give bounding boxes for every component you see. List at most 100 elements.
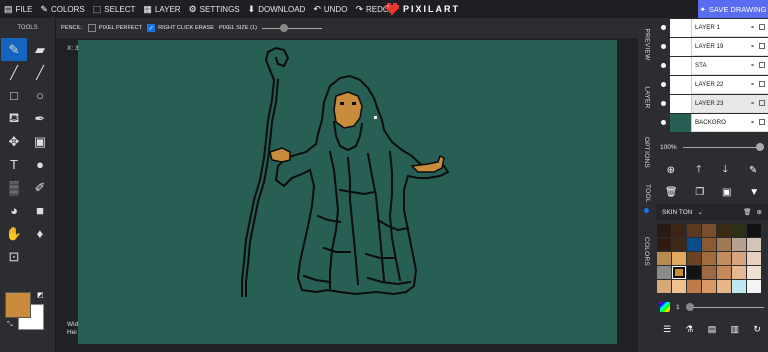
layer-options-icon[interactable]: ⚭: [750, 24, 755, 31]
swap-colors-icon[interactable]: ◩: [37, 291, 44, 299]
merge-down-icon[interactable]: ▼: [749, 187, 759, 198]
tool-hand[interactable]: ✋: [1, 222, 27, 245]
palette-swatch[interactable]: [687, 252, 701, 265]
palette-name[interactable]: SKIN TON: [662, 209, 692, 216]
layer-select-checkbox[interactable]: [759, 81, 765, 87]
palette-swatch[interactable]: [747, 224, 761, 237]
palette-swatch[interactable]: [717, 224, 731, 237]
duplicate-layer-icon[interactable]: ❐: [695, 187, 704, 198]
brightness-knob[interactable]: [685, 303, 694, 311]
reset-colors-icon[interactable]: ⤡: [7, 321, 13, 329]
palette-swatch[interactable]: [717, 252, 731, 265]
tool-smudge[interactable]: ✐: [27, 176, 53, 199]
palette-swatch[interactable]: [747, 252, 761, 265]
tool-rectangle[interactable]: □: [1, 84, 27, 107]
menu-select[interactable]: ⬚ SELECT: [89, 0, 140, 18]
list-icon[interactable]: ☰: [663, 324, 671, 335]
tool-text[interactable]: T: [1, 153, 27, 176]
merge-layer-icon[interactable]: ▣: [722, 187, 731, 198]
tab-preview[interactable]: PREVIEW: [638, 22, 656, 66]
layer-select-checkbox[interactable]: [759, 43, 765, 49]
tool-bucket[interactable]: ⛾: [1, 107, 27, 130]
layer-row[interactable]: LAYER 1 ⚭: [656, 18, 768, 37]
palette-swatch[interactable]: [687, 238, 701, 251]
tool-circle[interactable]: ○: [27, 84, 53, 107]
palette-swatch[interactable]: [702, 266, 716, 279]
tool-color-replace[interactable]: ◕: [1, 199, 27, 222]
layer-options-icon[interactable]: ⚭: [750, 43, 755, 50]
add-layer-icon[interactable]: ⊕: [667, 165, 675, 176]
layer-options-icon[interactable]: ⚭: [750, 119, 755, 126]
brand-logo[interactable]: PIXILART: [385, 0, 460, 18]
menu-download[interactable]: ⬇ DOWNLOAD: [244, 0, 310, 18]
tool-fill-shade[interactable]: ▣: [27, 130, 53, 153]
tool-line-alt[interactable]: ╱: [27, 61, 53, 84]
palette-swatch[interactable]: [657, 224, 671, 237]
tool-dither[interactable]: ▒: [1, 176, 27, 199]
layer-select-checkbox[interactable]: [759, 119, 765, 125]
palette-swatch[interactable]: [672, 252, 686, 265]
palette-swatch[interactable]: [702, 252, 716, 265]
palette-swatch[interactable]: [702, 238, 716, 251]
visibility-toggle-icon[interactable]: [656, 63, 670, 68]
visibility-toggle-icon[interactable]: [656, 25, 670, 30]
tool-line[interactable]: ╱: [1, 61, 27, 84]
pixel-size-slider[interactable]: [261, 24, 322, 32]
layer-options-icon[interactable]: ⚭: [750, 62, 755, 69]
palette-swatch[interactable]: [747, 238, 761, 251]
layer-row[interactable]: BACKGRO ⚭: [656, 113, 768, 132]
tab-layer[interactable]: LAYER: [638, 82, 656, 112]
palette-swatch[interactable]: [672, 224, 686, 237]
palette-swatch[interactable]: [732, 252, 746, 265]
palette-add-icon[interactable]: ⊕: [757, 208, 762, 216]
zoom-knob[interactable]: [756, 143, 764, 151]
layer-select-checkbox[interactable]: [759, 100, 765, 106]
palette-swatch[interactable]: [672, 238, 686, 251]
tool-move[interactable]: ✥: [1, 130, 27, 153]
layer-row[interactable]: LAYER 23 ⚭: [656, 94, 768, 113]
save-drawing-button[interactable]: ✦ SAVE DRAWING: [698, 0, 768, 18]
layer-select-checkbox[interactable]: [759, 62, 765, 68]
visibility-toggle-icon[interactable]: [656, 101, 670, 106]
tool-gradient[interactable]: ■: [27, 199, 53, 222]
tool-resize[interactable]: ⊡: [1, 245, 27, 268]
import-file-icon[interactable]: ▤: [708, 324, 717, 335]
move-down-icon[interactable]: 🡓: [723, 162, 728, 179]
visibility-toggle-icon[interactable]: [656, 82, 670, 87]
pixel-perfect-option[interactable]: PIXEL PERFECT: [87, 24, 142, 32]
edit-layer-icon[interactable]: ✎: [749, 165, 757, 176]
palette-swatch[interactable]: [717, 280, 731, 293]
visibility-toggle-icon[interactable]: [656, 120, 670, 125]
palette-swatch[interactable]: [672, 280, 686, 293]
pixel-size-knob[interactable]: [279, 24, 288, 32]
tool-dropper[interactable]: ✒: [27, 107, 53, 130]
palette-swatch[interactable]: [732, 224, 746, 237]
tab-colors[interactable]: COLORS: [638, 230, 656, 272]
palette-swatch[interactable]: [702, 224, 716, 237]
drawing-canvas[interactable]: [78, 40, 617, 344]
palette-swatch[interactable]: [702, 280, 716, 293]
tool-eraser[interactable]: ▰: [27, 38, 53, 61]
zoom-slider[interactable]: [682, 143, 764, 151]
refresh-icon[interactable]: ↻: [753, 324, 761, 335]
tool-drop[interactable]: ♦: [27, 222, 53, 245]
layer-select-checkbox[interactable]: [759, 24, 765, 30]
palette-swatch[interactable]: [657, 266, 671, 279]
palette-swatch[interactable]: [687, 224, 701, 237]
palette-swatch[interactable]: [687, 280, 701, 293]
layer-row[interactable]: LAYER 22 ⚭: [656, 75, 768, 94]
menu-colors[interactable]: ✎ COLORS: [36, 0, 88, 18]
menu-file[interactable]: ▤ FILE: [0, 0, 36, 18]
primary-color-swatch[interactable]: [5, 292, 31, 318]
palette-delete-icon[interactable]: 🗑: [743, 208, 751, 216]
layer-options-icon[interactable]: ⚭: [750, 100, 755, 107]
palette-swatch[interactable]: [717, 266, 731, 279]
right-click-erase-option[interactable]: ✓ RIGHT CLICK ERASE: [147, 24, 214, 32]
palette-swatch[interactable]: [732, 280, 746, 293]
palette-swatch[interactable]: [732, 238, 746, 251]
layer-row[interactable]: LAYER 19 ⚭: [656, 37, 768, 56]
palette-swatch[interactable]: [657, 238, 671, 251]
color-wheel-icon[interactable]: [660, 302, 670, 312]
visibility-toggle-icon[interactable]: [656, 44, 670, 49]
palette-swatch[interactable]: [672, 266, 686, 279]
